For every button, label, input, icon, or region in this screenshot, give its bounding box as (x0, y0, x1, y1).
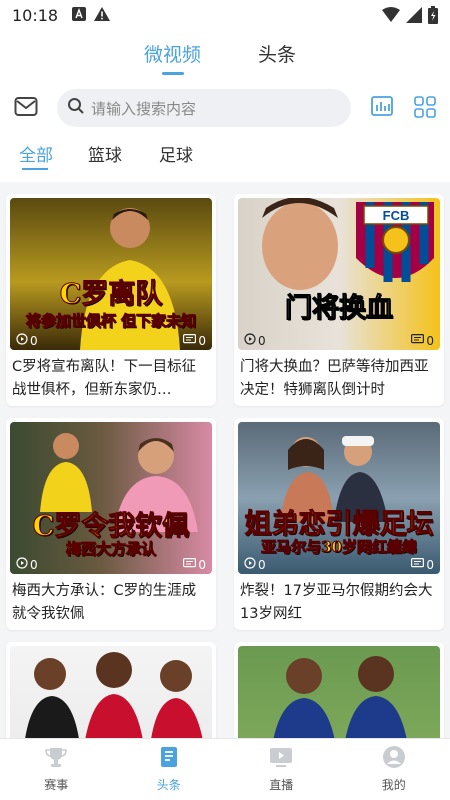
search-row: 请输入搜索内容 (0, 80, 450, 134)
notification-a-icon (72, 6, 87, 25)
video-thumbnail: C罗离队 将参加世俱杯 但下家未知 0 0 (10, 198, 212, 350)
category-all[interactable]: 全部 (19, 141, 53, 166)
crest-and-player: FCB (262, 198, 434, 290)
three-players-figure (25, 652, 203, 738)
comment-icon (183, 557, 197, 572)
video-thumbnail: C罗令我钦佩 梅西大方承认 0 0 (10, 422, 212, 574)
trophy-icon (44, 745, 68, 773)
crest-text: FCB (383, 208, 410, 223)
play-count: 0 (258, 557, 266, 572)
comment-count: 0 (426, 333, 434, 348)
comment-count: 0 (198, 557, 206, 572)
tab-underline (162, 72, 184, 75)
video-card[interactable]: 姐弟恋引爆足坛 亚马尔与30岁网红缠绵 0 0 炸裂！17岁亚马尔假期约会大13… (234, 418, 444, 630)
category-football[interactable]: 足球 (159, 141, 193, 166)
category-underline (22, 168, 48, 170)
nav-headlines[interactable]: 头条 (113, 739, 226, 800)
top-tabs: 微视频 头条 (0, 30, 450, 80)
card-title: C罗将宣布离队！下一目标征战世俱杯，但新东家仍… (12, 359, 197, 398)
live-icon (268, 745, 294, 773)
play-count: 0 (30, 333, 38, 348)
signal-icon (406, 7, 422, 27)
nav-label-events: 赛事 (44, 778, 69, 792)
grid-icon[interactable] (414, 96, 436, 122)
video-thumbnail: 姐弟恋引爆足坛 亚马尔与30岁网红缠绵 0 0 (238, 422, 440, 574)
video-card[interactable]: C罗离队 将参加世俱杯 但下家未知 0 0 C罗将宣布离队！下一目标征战世俱杯，… (6, 194, 216, 406)
search-icon (67, 97, 85, 119)
video-card[interactable]: FCB 门将换血 0 0 门将大换血？巴萨等待加西亚决定！特狮离队倒计时 (234, 194, 444, 406)
video-thumbnail: FCB 门将换血 0 0 (238, 198, 440, 350)
video-grid: C罗离队 将参加世俱杯 但下家未知 0 0 C罗将宣布离队！下一目标征战世俱杯，… (0, 182, 450, 738)
video-card[interactable] (234, 642, 444, 738)
play-count-icon (244, 333, 256, 348)
nav-label-live: 直播 (269, 778, 294, 792)
video-thumbnail (238, 646, 440, 738)
user-icon (382, 745, 406, 773)
mail-icon[interactable] (14, 96, 38, 122)
comment-count: 0 (426, 557, 434, 572)
warning-icon (94, 6, 111, 25)
comment-icon (411, 557, 425, 572)
card-title: 梅西大方承认：C罗的生涯成就令我钦佩 (12, 583, 197, 622)
nav-label-headlines: 头条 (156, 778, 181, 792)
nav-live[interactable]: 直播 (225, 739, 338, 800)
video-card[interactable]: C罗令我钦佩 梅西大方承认 0 0 梅西大方承认：C罗的生涯成就令我钦佩 (6, 418, 216, 630)
nav-profile[interactable]: 我的 (338, 739, 450, 800)
play-count-icon (16, 557, 28, 572)
bar-chart-icon[interactable] (371, 96, 393, 120)
status-time: 10:18 (12, 5, 59, 25)
tab-micro-video[interactable]: 微视频 (144, 40, 201, 67)
play-count: 0 (258, 333, 266, 348)
play-count-icon (244, 557, 256, 572)
thumbnail-subcaption: 梅西大方承认 (65, 540, 156, 559)
thumbnail-caption: C罗离队 (59, 279, 163, 311)
play-count: 0 (30, 557, 38, 572)
category-basketball[interactable]: 篮球 (88, 141, 122, 166)
category-tabs: 全部 篮球 足球 (0, 134, 450, 182)
comment-icon (411, 333, 425, 348)
battery-icon (428, 6, 438, 28)
nav-events[interactable]: 赛事 (0, 739, 113, 800)
thumbnail-subcaption: 将参加世俱杯 但下家未知 (25, 312, 197, 331)
card-title: 门将大换血？巴萨等待加西亚决定！特狮离队倒计时 (240, 359, 429, 398)
comment-icon (183, 333, 197, 348)
status-bar: 10:18 (0, 0, 450, 30)
tab-headlines[interactable]: 头条 (258, 40, 296, 67)
comment-count: 0 (198, 333, 206, 348)
video-thumbnail (10, 646, 212, 738)
video-card[interactable] (6, 642, 216, 738)
wifi-icon (382, 7, 400, 27)
card-title: 炸裂！17岁亚马尔假期约会大13岁网红 (240, 583, 433, 622)
thumbnail-caption: 门将换血 (285, 293, 394, 325)
play-count-icon (16, 333, 28, 348)
thumbnail-subcaption: 亚马尔与30岁网红缠绵 (261, 538, 418, 557)
nav-label-profile: 我的 (381, 778, 406, 792)
search-input[interactable]: 请输入搜索内容 (57, 89, 351, 127)
two-players-figure (273, 656, 407, 738)
news-icon (157, 745, 181, 773)
bottom-nav: 赛事 头条 直播 我的 (0, 738, 450, 800)
search-placeholder: 请输入搜索内容 (91, 99, 197, 118)
